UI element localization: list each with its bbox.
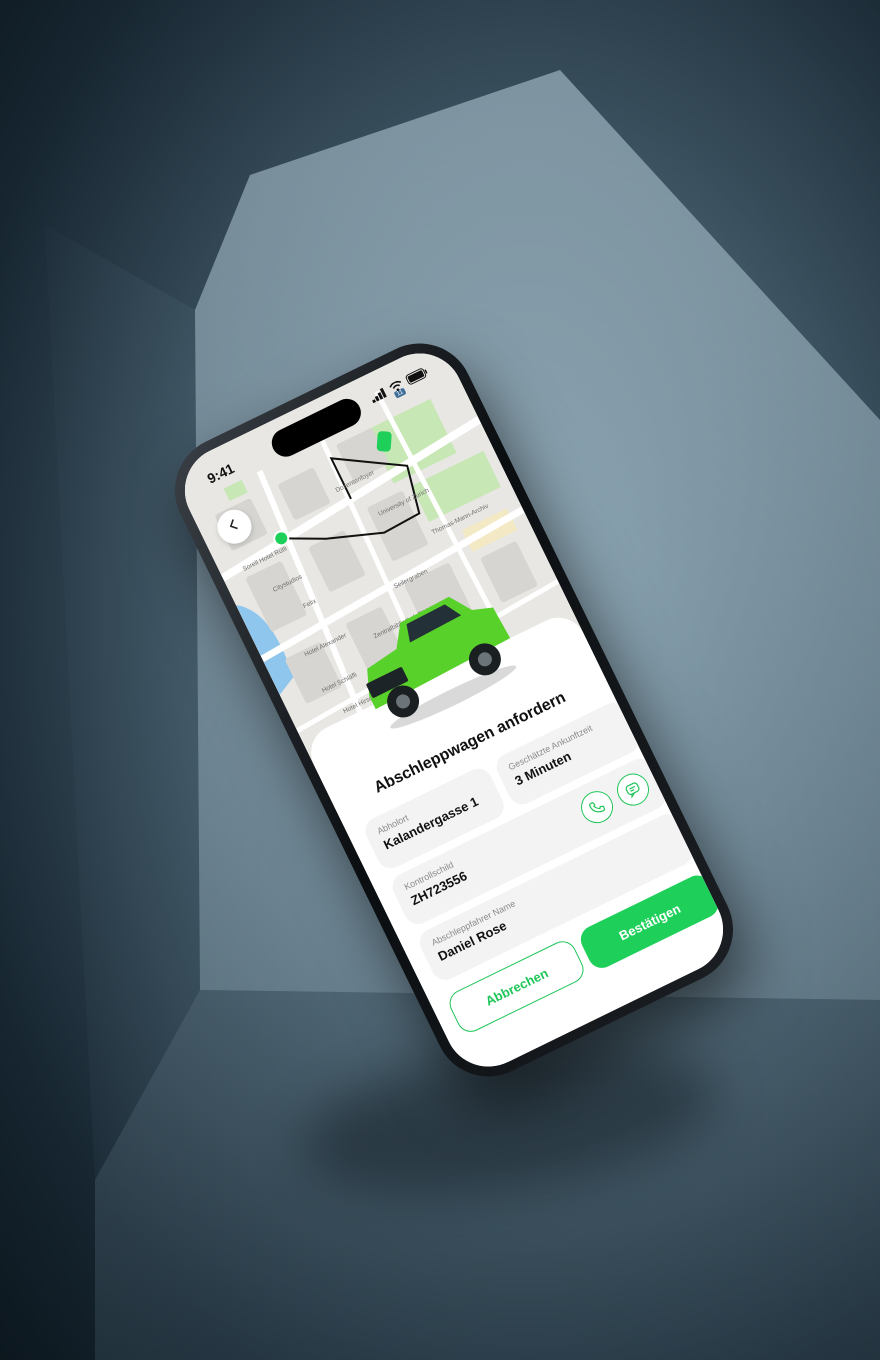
phone-icon [589, 801, 606, 813]
chat-button[interactable] [611, 768, 655, 811]
phone-mockup: 9:41 Dozentenfoyer University of Zurich … [150, 325, 752, 1095]
phone-screen: 9:41 Dozentenfoyer University of Zurich … [170, 338, 738, 1082]
request-sheet: Abschleppwagen anfordern Abholort Kaland… [301, 596, 738, 1082]
signal-icon [368, 385, 390, 408]
chat-icon [625, 782, 640, 799]
chevron-left-icon [225, 516, 244, 537]
wifi-icon [387, 376, 407, 398]
